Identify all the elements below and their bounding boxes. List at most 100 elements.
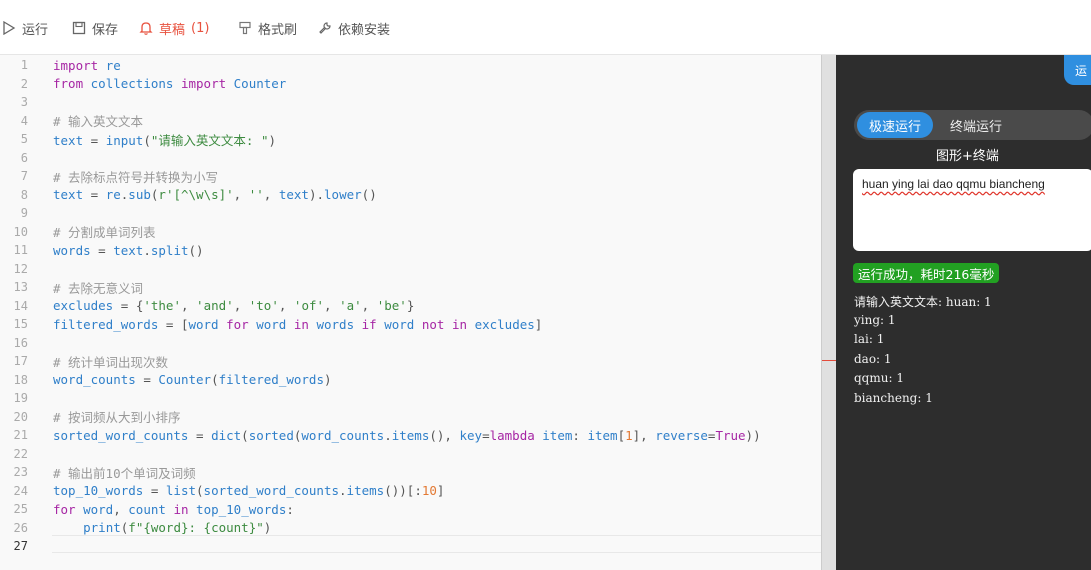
line-number: 22 bbox=[13, 446, 28, 461]
run-mode-switch: 极速运行 终端运行 bbox=[854, 110, 1091, 140]
code-text: for word, count in top_10_words: bbox=[53, 501, 294, 517]
wrench-icon bbox=[319, 22, 331, 34]
run-label: 运行 bbox=[22, 22, 49, 38]
code-line[interactable]: 21 sorted_word_counts = dict(sorted(word_… bbox=[0, 426, 821, 445]
code-text: # 分割成单词列表 bbox=[53, 225, 156, 241]
line-number: 13 bbox=[13, 280, 28, 295]
code-line[interactable]: 14 excludes = {'the', 'and', 'to', 'of', … bbox=[0, 297, 821, 316]
line-number: 27 bbox=[13, 539, 28, 554]
draft-count: (1) bbox=[191, 20, 210, 36]
stdin-value: huan ying lai dao qqmu biancheng bbox=[862, 177, 1045, 191]
line-number: 4 bbox=[20, 113, 28, 128]
mode-gui-terminal[interactable]: 图形+终端 bbox=[936, 145, 999, 164]
mode-fast-run[interactable]: 极速运行 bbox=[857, 112, 933, 138]
line-number: 6 bbox=[20, 150, 28, 165]
line-number: 1 bbox=[20, 58, 28, 73]
code-text: word_counts = Counter(filtered_words) bbox=[53, 372, 332, 388]
splitter-marker bbox=[822, 360, 837, 361]
console-output-line: qqmu: 1 bbox=[854, 371, 904, 385]
code-text: text = input("请输入英文文本: ") bbox=[53, 132, 277, 148]
code-line[interactable]: 19 bbox=[0, 389, 821, 408]
line-number: 26 bbox=[13, 520, 28, 535]
code-text: # 去除标点符号并转换为小写 bbox=[53, 169, 219, 185]
run-button[interactable]: 运行 bbox=[2, 18, 48, 38]
run-corner-button[interactable]: 运 bbox=[1064, 55, 1091, 85]
code-text: print(f"{word}: {count}") bbox=[83, 520, 272, 536]
code-line[interactable]: 16 bbox=[0, 334, 821, 353]
code-line[interactable]: 18 word_counts = Counter(filtered_words) bbox=[0, 371, 821, 390]
line-number: 9 bbox=[20, 206, 28, 221]
code-line[interactable]: 22 bbox=[0, 445, 821, 464]
code-text: # 统计单词出现次数 bbox=[53, 354, 169, 370]
line-number: 24 bbox=[13, 483, 28, 498]
line-number: 19 bbox=[13, 391, 28, 406]
format-button[interactable]: 格式刷 bbox=[238, 18, 297, 38]
bell-icon bbox=[139, 22, 153, 35]
code-line[interactable]: 7 # 去除标点符号并转换为小写 bbox=[0, 167, 821, 186]
code-text: words = text.split() bbox=[53, 242, 204, 258]
code-line[interactable]: 13 # 去除无意义词 bbox=[0, 278, 821, 297]
code-text: filtered_words = [word for word in words… bbox=[53, 316, 543, 332]
code-text: sorted_word_counts = dict(sorted(word_co… bbox=[53, 427, 761, 443]
console-output-line: ying: 1 bbox=[854, 312, 896, 327]
line-number: 10 bbox=[13, 224, 28, 239]
code-line[interactable]: 2 from collections import Counter bbox=[0, 75, 821, 94]
code-line[interactable]: 17 # 统计单词出现次数 bbox=[0, 352, 821, 371]
line-number: 3 bbox=[20, 95, 28, 110]
format-brush-icon bbox=[239, 21, 251, 35]
code-line[interactable]: 24 top_10_words = list(sorted_word_counts… bbox=[0, 482, 821, 501]
code-text: top_10_words = list(sorted_word_counts.i… bbox=[53, 483, 445, 499]
code-text: # 输出前10个单词及词频 bbox=[53, 465, 196, 481]
code-line[interactable]: 12 bbox=[0, 260, 821, 279]
line-number: 2 bbox=[20, 76, 28, 91]
line-number: 21 bbox=[13, 428, 28, 443]
play-icon bbox=[3, 21, 16, 35]
code-line[interactable]: 1 import re bbox=[0, 56, 821, 75]
save-label: 保存 bbox=[92, 22, 119, 38]
mode-terminal-run[interactable]: 终端运行 bbox=[936, 112, 1016, 138]
code-line[interactable]: 10 # 分割成单词列表 bbox=[0, 223, 821, 242]
code-line[interactable]: 23 # 输出前10个单词及词频 bbox=[0, 463, 821, 482]
line-number: 25 bbox=[13, 502, 28, 517]
format-label: 格式刷 bbox=[258, 22, 298, 38]
code-line[interactable]: 25 for word, count in top_10_words: bbox=[0, 500, 821, 519]
run-status-badge: 运行成功，耗时216毫秒 bbox=[853, 263, 1000, 283]
line-number: 16 bbox=[13, 335, 28, 350]
draft-label: 草稿 bbox=[159, 22, 186, 38]
line-number: 11 bbox=[13, 243, 28, 258]
stdin-input[interactable]: huan ying lai dao qqmu biancheng bbox=[853, 169, 1091, 251]
deps-install-button[interactable]: 依赖安装 bbox=[318, 18, 390, 38]
console-output-line: dao: 1 bbox=[854, 351, 892, 366]
code-line[interactable]: 4 # 输入英文文本 bbox=[0, 112, 821, 131]
code-text: text = re.sub(r'[^\w\s]', '', text).lowe… bbox=[53, 187, 377, 203]
code-text: # 输入英文文本 bbox=[53, 114, 144, 130]
line-number: 18 bbox=[13, 372, 28, 387]
run-corner-label: 运 bbox=[1075, 63, 1088, 78]
code-line[interactable]: 11 words = text.split() bbox=[0, 241, 821, 260]
save-button[interactable]: 保存 bbox=[72, 18, 118, 38]
code-line[interactable]: 3 bbox=[0, 93, 821, 112]
code-line[interactable]: 5 text = input("请输入英文文本: ") bbox=[0, 130, 821, 149]
pane-splitter[interactable] bbox=[821, 55, 837, 570]
line-number: 20 bbox=[13, 409, 28, 424]
console-output-line: biancheng: 1 bbox=[854, 390, 933, 405]
code-line[interactable]: 26 print(f"{word}: {count}") bbox=[0, 519, 821, 538]
line-number: 7 bbox=[20, 169, 28, 184]
line-number: 12 bbox=[13, 261, 28, 276]
code-text: from collections import Counter bbox=[53, 76, 287, 92]
code-line[interactable]: 27 bbox=[0, 537, 821, 556]
code-line[interactable]: 15 filtered_words = [word for word in wor… bbox=[0, 315, 821, 334]
code-editor[interactable]: 1 import re 2 from collections import Count… bbox=[0, 55, 821, 570]
toolbar: 运行 保存 草稿 (1) 格式刷 依赖安装 bbox=[0, 0, 1091, 55]
draft-button[interactable]: 草稿 (1) bbox=[139, 18, 209, 38]
code-line[interactable]: 9 bbox=[0, 204, 821, 223]
code-line[interactable]: 8 text = re.sub(r'[^\w\s]', '', text).low… bbox=[0, 186, 821, 205]
code-line[interactable]: 6 bbox=[0, 149, 821, 168]
line-number: 14 bbox=[13, 298, 28, 313]
deps-label: 依赖安装 bbox=[338, 22, 391, 38]
code-line[interactable]: 20 # 按词频从大到小排序 bbox=[0, 408, 821, 427]
line-number: 23 bbox=[13, 465, 28, 480]
run-panel: 运 极速运行 终端运行 图形+终端 huan ying lai dao qqmu… bbox=[836, 55, 1091, 570]
code-text: excludes = {'the', 'and', 'to', 'of', 'a… bbox=[53, 298, 415, 314]
line-number: 5 bbox=[20, 132, 28, 147]
